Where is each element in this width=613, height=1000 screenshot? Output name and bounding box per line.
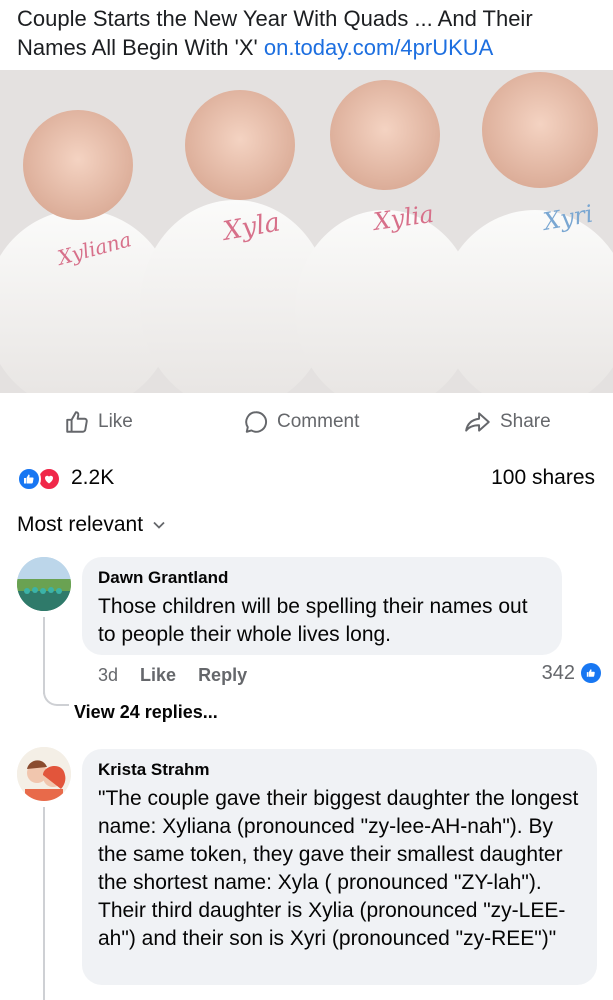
comment-text: Those children will be spelling their na… — [98, 595, 528, 646]
reaction-icons — [17, 466, 65, 491]
thumbs-up-icon — [66, 411, 88, 433]
thread-connector — [43, 807, 45, 1000]
avatar[interactable] — [17, 747, 71, 801]
thumbs-up-icon — [581, 663, 601, 683]
reaction-summary[interactable]: 2.2K — [17, 463, 114, 493]
reaction-count: 2.2K — [71, 466, 115, 489]
comment-reaction-count[interactable]: 342 — [542, 660, 601, 686]
share-label: Share — [500, 411, 551, 432]
view-replies-link[interactable]: View 24 replies... — [74, 702, 218, 723]
comment-bubble: Dawn Grantland Those children will be sp… — [82, 557, 562, 655]
comment-meta: 3d Like Reply — [98, 662, 247, 688]
comment-bubble-icon — [245, 411, 268, 433]
share-arrow-icon — [465, 412, 490, 432]
article-link[interactable]: on.today.com/4prUKUA — [264, 35, 493, 60]
share-button[interactable]: Share — [464, 406, 551, 438]
comment-label: Comment — [277, 411, 360, 432]
post-photo[interactable]: Xyliana Xyla Xylia Xyri — [0, 70, 613, 393]
like-button[interactable]: Like — [64, 406, 133, 438]
comment-bubble: Krista Strahm "The couple gave their big… — [82, 749, 597, 985]
like-label: Like — [98, 411, 133, 432]
sort-label: Most relevant — [17, 513, 144, 536]
comment-author[interactable]: Dawn Grantland — [98, 567, 546, 589]
comment-sort-dropdown[interactable]: Most relevant — [17, 510, 165, 540]
comment-like-button[interactable]: Like — [140, 665, 176, 686]
cartoon-avatar — [17, 747, 71, 801]
post-headline: Couple Starts the New Year With Quads ..… — [17, 4, 607, 62]
avatar[interactable] — [17, 557, 71, 611]
thread-connector-curve — [43, 680, 69, 706]
comment-time[interactable]: 3d — [98, 665, 118, 686]
comment-button[interactable]: Comment — [243, 406, 359, 438]
chevron-down-icon — [153, 521, 165, 529]
comment-text: "The couple gave their biggest daughter … — [98, 787, 579, 950]
post-action-bar: Like Comment Share — [0, 400, 613, 444]
quads-photo-illustration: Xyliana Xyla Xylia Xyri — [0, 70, 613, 393]
like-reaction-icon — [17, 467, 41, 491]
comment-reaction-number: 342 — [541, 661, 575, 684]
comment-reply-button[interactable]: Reply — [198, 665, 247, 686]
share-count[interactable]: 100 shares — [491, 463, 595, 493]
group-photo-avatar — [17, 557, 71, 611]
comment-author[interactable]: Krista Strahm — [98, 759, 581, 781]
